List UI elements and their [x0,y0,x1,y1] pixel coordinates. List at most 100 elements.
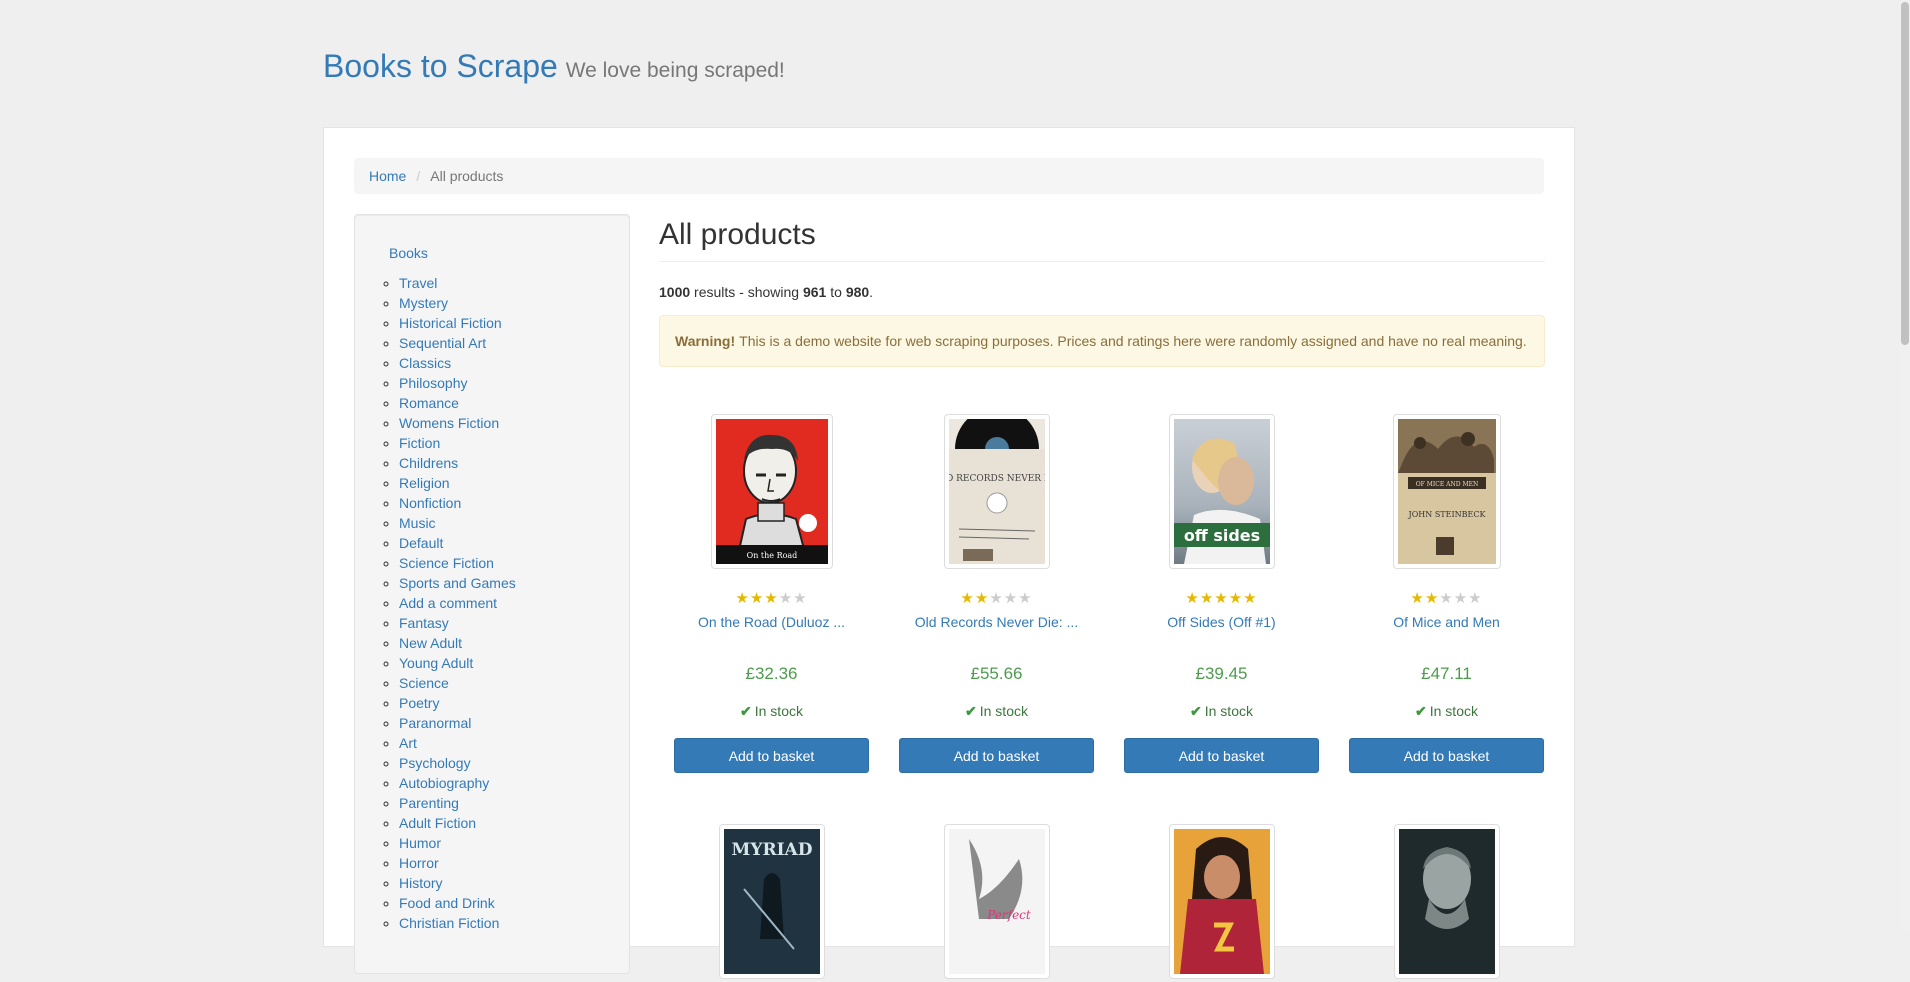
sidebar-category-link[interactable]: Horror [399,855,439,871]
sidebar-category-link[interactable]: Fantasy [399,615,449,631]
sidebar-category-link[interactable]: Science Fiction [399,555,494,571]
sidebar-books-link[interactable]: Books [389,245,428,261]
sidebar-category-link[interactable]: Young Adult [399,655,473,671]
product-title-link[interactable]: Of Mice and Men [1349,614,1544,630]
mice-cover-title: OF MICE AND MEN [1415,481,1477,488]
product-title-link[interactable]: Old Records Never Die: ... [899,614,1094,630]
sidebar-category-link[interactable]: Autobiography [399,775,489,791]
product-card [1349,824,1544,982]
product-cover-link[interactable]: Perfect [943,824,1050,979]
marcus-aurelius-cover [1398,829,1495,974]
sidebar-category-item: Fantasy [399,613,625,633]
sidebar-category-link[interactable]: Adult Fiction [399,815,476,831]
brand-link[interactable]: Books to Scrape [323,48,558,84]
page-scrollbar[interactable] [1900,0,1910,932]
sidebar-category-link[interactable]: Childrens [399,455,458,471]
sidebar-category-item: Poetry [399,693,625,713]
sidebar-category-link[interactable]: Paranormal [399,715,471,731]
add-to-basket-button[interactable]: Add to basket [1124,738,1319,773]
product-card: Perfect [899,824,1094,982]
product-cover-link[interactable]: off sides [1168,414,1275,569]
sidebar-category-item: Childrens [399,453,625,473]
sidebar-category-link[interactable]: Mystery [399,295,448,311]
sidebar-category-item: Historical Fiction [399,313,625,333]
star-icon: ★ [974,590,990,607]
sidebar-category-link[interactable]: Science [399,675,449,691]
sidebar-category-item: Science [399,673,625,693]
product-cover-link[interactable]: OLD RECORDS NEVER DIE [943,414,1050,569]
sidebar-category-link[interactable]: Add a comment [399,595,497,611]
warning-alert: Warning! This is a demo website for web … [659,315,1545,367]
product-cover-link[interactable]: MYRIAD [718,824,825,979]
product-cover-link[interactable] [1168,824,1275,979]
add-to-basket-button[interactable]: Add to basket [674,738,869,773]
star-icon: ★ [735,590,750,607]
product-cover-link[interactable] [1393,824,1500,979]
perfect-cover: Perfect [948,829,1045,974]
breadcrumb-home-link[interactable]: Home [369,168,406,184]
mice-cover-author: JOHN STEINBECK [1407,510,1486,519]
sidebar-category-link[interactable]: Default [399,535,443,551]
product-cover-link[interactable]: On the Road [710,414,833,569]
sidebar-category-item: Horror [399,853,625,873]
sidebar-category-item: Art [399,733,625,753]
sidebar-category-link[interactable]: Sequential Art [399,335,486,351]
sidebar-category-item: Psychology [399,753,625,773]
site-header: Books to Scrape We love being scraped! [323,48,785,85]
sidebar-category-link[interactable]: Womens Fiction [399,415,499,431]
product-cover-link[interactable]: OF MICE AND MEN JOHN STEINBECK [1392,414,1501,569]
add-to-basket-button[interactable]: Add to basket [899,738,1094,773]
sidebar-category-item: History [399,873,625,893]
of-mice-and-men-cover: OF MICE AND MEN JOHN STEINBECK [1397,419,1496,564]
scrollbar-thumb[interactable] [1901,2,1909,345]
sidebar-category-link[interactable]: Nonfiction [399,495,461,511]
product-price: £32.36 [745,664,798,683]
check-icon: ✔ [965,703,977,719]
star-icon: ★ [1003,590,1019,607]
sidebar-category-link[interactable]: History [399,875,443,891]
breadcrumb-current: All products [430,168,504,184]
add-to-basket-button[interactable]: Add to basket [1349,738,1544,773]
sidebar-category-link[interactable]: Humor [399,835,441,851]
product-title-link[interactable]: Off Sides (Off #1) [1124,614,1319,630]
sidebar-category-item: Humor [399,833,625,853]
star-icon: ★ [989,590,1004,607]
sidebar-category-link[interactable]: Food and Drink [399,895,495,911]
sidebar-category-link[interactable]: New Adult [399,635,462,651]
product-card [1124,824,1319,982]
product-card: OF MICE AND MEN JOHN STEINBECK ★★★★★ Of … [1349,414,1544,773]
sidebar-category-link[interactable]: Parenting [399,795,459,811]
sidebar-category-link[interactable]: Historical Fiction [399,315,502,331]
sidebar-category-link[interactable]: Fiction [399,435,440,451]
star-icon: ★ [1439,590,1454,607]
sidebar-category-link[interactable]: Art [399,735,417,751]
old-records-cover-text: OLD RECORDS NEVER DIE [949,474,1045,484]
sidebar-category-link[interactable]: Romance [399,395,459,411]
sidebar-category-link[interactable]: Poetry [399,695,439,711]
product-card: OLD RECORDS NEVER DIE ★★★★★ Old Records … [899,414,1094,773]
stock-status: ✔ In stock [1349,703,1544,720]
sidebar-category-link[interactable]: Music [399,515,436,531]
star-icon: ★ [1199,590,1215,607]
product-card: off sides ★★★★★ Off Sides (Off #1) £39.4… [1124,414,1319,773]
sidebar-category-link[interactable]: Religion [399,475,450,491]
product-card: MYRIAD [674,824,869,982]
star-icon: ★ [764,590,779,607]
sidebar-category-item: Nonfiction [399,493,625,513]
sidebar-category-link[interactable]: Psychology [399,755,471,771]
product-price: £55.66 [970,664,1023,683]
sidebar-category-link[interactable]: Philosophy [399,375,468,391]
main-content: All products 1000 results - showing 961 … [659,214,1545,979]
results-summary: 1000 results - showing 961 to 980. [659,284,1545,304]
sidebar-category-link[interactable]: Christian Fiction [399,915,499,931]
star-rating: ★★★★★ [899,589,1094,607]
sidebar-category-item: Classics [399,353,625,373]
sidebar-category-link[interactable]: Classics [399,355,451,371]
star-icon: ★ [1410,590,1425,607]
sidebar-category-link[interactable]: Sports and Games [399,575,516,591]
sidebar-category-link[interactable]: Travel [399,275,437,291]
product-title-link[interactable]: On the Road (Duluoz ... [674,614,869,630]
sidebar-category-item: Parenting [399,793,625,813]
star-rating: ★★★★★ [674,589,869,607]
page-panel: Home / All products Books Travel Mystery H… [323,127,1575,979]
